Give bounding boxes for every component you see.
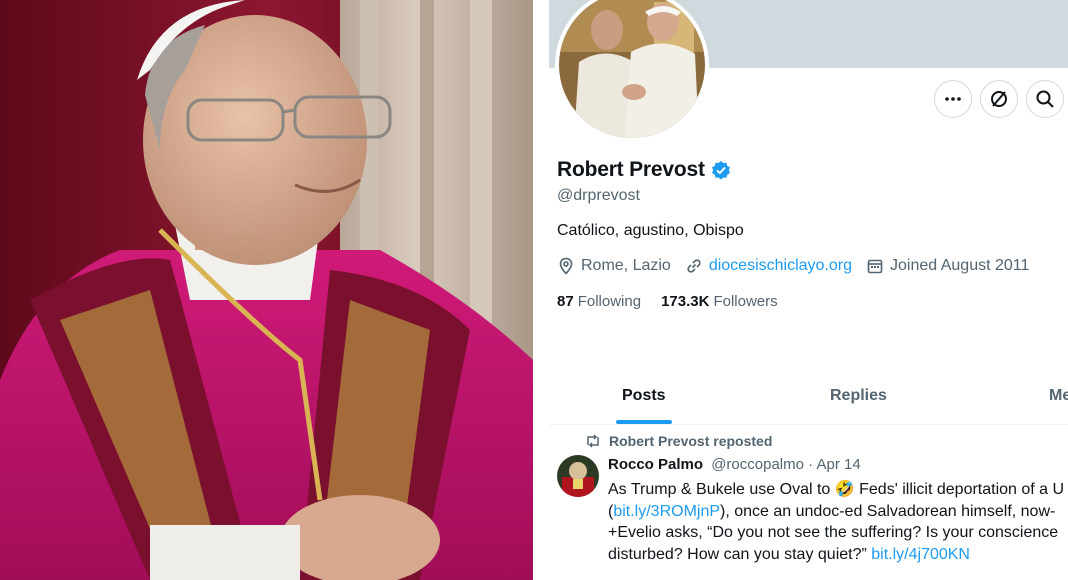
following-count: 87 <box>557 293 574 310</box>
follow-stats: 87 Following 173.3K Followers <box>557 293 778 310</box>
search-icon <box>1036 90 1054 108</box>
tab-posts[interactable]: Posts <box>622 387 666 405</box>
grok-icon <box>991 91 1007 107</box>
tab-media[interactable]: Me <box>1049 387 1068 405</box>
profile-tabs: Posts Replies Me <box>549 370 1068 425</box>
tweet-author-name[interactable]: Rocco Palmo <box>608 456 703 473</box>
joined-text: Joined August 2011 <box>890 257 1030 274</box>
tweet-link[interactable]: bit.ly/3ROMjnP <box>613 503 720 520</box>
tweet-link[interactable]: bit.ly/4j700KN <box>871 546 970 563</box>
repost-label: Robert Prevost reposted <box>609 433 773 449</box>
display-name: Robert Prevost <box>557 158 705 181</box>
tweet-text-segment: disturbed? How can you stay quiet?” <box>608 545 872 563</box>
calendar-icon <box>867 259 883 274</box>
repost-indicator: Robert Prevost reposted <box>585 433 772 449</box>
author-avatar-image <box>557 455 599 497</box>
followers-link[interactable]: 173.3K Followers <box>661 293 778 310</box>
profile-meta: Rome, Lazio diocesischiclayo.org Joined … <box>557 257 1043 275</box>
location-item: Rome, Lazio <box>557 257 671 275</box>
more-button[interactable] <box>934 80 972 118</box>
tweet-header: Rocco Palmo @roccopalmo · Apr 14 <box>608 456 861 473</box>
avatar-image <box>559 0 705 138</box>
website-item[interactable]: diocesischiclayo.org <box>685 257 852 275</box>
tweet-line-3: +Evelio asks, “Do you not see the suffer… <box>608 524 1059 541</box>
active-tab-indicator <box>616 420 672 424</box>
tweet-line-2: (bit.ly/3ROMjnP), once an undoc-ed Salva… <box>608 501 1068 523</box>
laughing-emoji-icon: 🤣 <box>834 481 855 498</box>
tweet-text: As Trump & Bukele use Oval to 🤣 Feds' il… <box>608 479 1068 565</box>
tweet-author-handle[interactable]: @roccopalmo <box>711 456 804 473</box>
photo-image <box>0 0 533 580</box>
following-link[interactable]: 87 Following <box>557 293 641 310</box>
panel-divider <box>533 0 549 580</box>
verified-badge-icon <box>711 161 730 180</box>
tab-replies[interactable]: Replies <box>830 387 887 405</box>
following-label: Following <box>577 293 642 310</box>
joined-item: Joined August 2011 <box>866 257 1029 275</box>
repost-icon <box>587 434 599 448</box>
profile-avatar[interactable] <box>559 0 705 138</box>
tweet-line-1: As Trump & Bukele use Oval to 🤣 Feds' il… <box>608 479 1068 501</box>
followers-label: Followers <box>713 293 778 310</box>
grok-button[interactable] <box>980 80 1018 118</box>
profile-handle: @drprevost <box>557 187 640 204</box>
tweet-text-segment: Feds' illicit deportation of a U <box>854 481 1065 498</box>
tweet-date[interactable]: · Apr 14 <box>808 456 861 473</box>
name-row: Robert Prevost <box>557 158 731 182</box>
tweet-line-4: disturbed? How can you stay quiet?” bit.… <box>608 544 1068 566</box>
profile-bio: Católico, agustino, Obispo <box>557 222 744 239</box>
photo-panel <box>0 0 533 580</box>
tweet-author-avatar[interactable] <box>557 455 599 497</box>
profile-panel: Robert Prevost @drprevost Católico, agus… <box>549 0 1068 580</box>
tweet-text-segment: As Trump & Bukele use Oval to <box>608 481 835 498</box>
search-button[interactable] <box>1026 80 1064 118</box>
more-icon <box>945 97 961 101</box>
location-pin-icon <box>559 257 573 275</box>
location-text: Rome, Lazio <box>581 257 671 274</box>
tweet-text-segment: ), once an undoc-ed Salvadorean himself,… <box>720 502 1056 520</box>
link-icon <box>687 259 701 273</box>
website-link[interactable]: diocesischiclayo.org <box>709 257 852 275</box>
followers-count: 173.3K <box>661 293 710 310</box>
